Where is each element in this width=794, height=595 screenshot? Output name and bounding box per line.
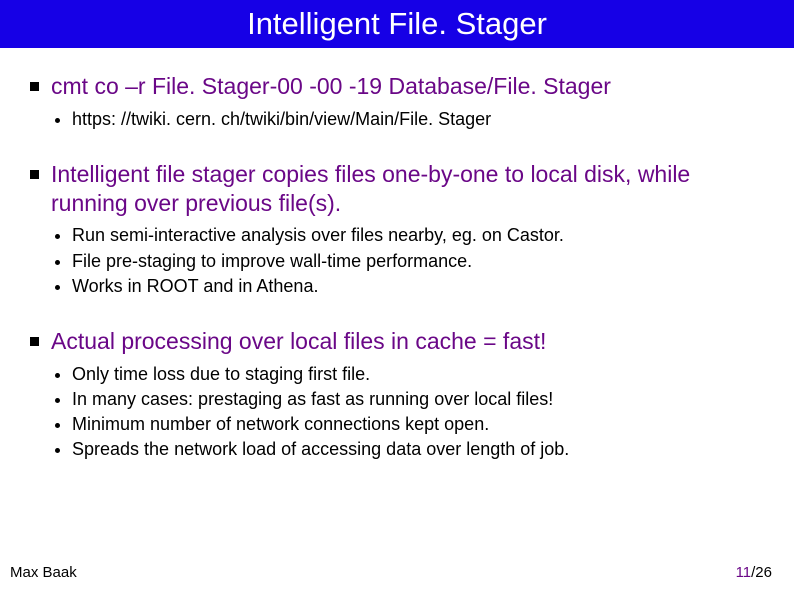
section-heading: cmt co –r File. Stager-00 -00 -19 Databa… [51, 72, 611, 101]
section-2: Intelligent file stager copies files one… [30, 160, 764, 299]
title-bar: Intelligent File. Stager [0, 0, 794, 48]
list-item: File pre-staging to improve wall-time pe… [72, 249, 764, 274]
sublist-3: Only time loss due to staging first file… [72, 362, 764, 463]
section-3: Actual processing over local files in ca… [30, 327, 764, 463]
slide: Intelligent File. Stager cmt co –r File.… [0, 0, 794, 595]
section-heading: Intelligent file stager copies files one… [51, 160, 764, 218]
list-item: https: //twiki. cern. ch/twiki/bin/view/… [72, 107, 764, 132]
slide-body: cmt co –r File. Stager-00 -00 -19 Databa… [0, 48, 794, 463]
section-heading: Actual processing over local files in ca… [51, 327, 546, 356]
section-row: Intelligent file stager copies files one… [30, 160, 764, 218]
sublist-1: https: //twiki. cern. ch/twiki/bin/view/… [72, 107, 764, 132]
list-item: Works in ROOT and in Athena. [72, 274, 764, 299]
square-bullet-icon [30, 170, 39, 179]
section-row: Actual processing over local files in ca… [30, 327, 764, 356]
footer-page: 11/26 [736, 564, 772, 581]
page-current: 11 [736, 564, 752, 581]
page-total: /26 [751, 564, 772, 581]
slide-footer: Max Baak 11/26 [0, 564, 794, 581]
section-row: cmt co –r File. Stager-00 -00 -19 Databa… [30, 72, 764, 101]
list-item: Only time loss due to staging first file… [72, 362, 764, 387]
section-1: cmt co –r File. Stager-00 -00 -19 Databa… [30, 72, 764, 132]
sublist-2: Run semi-interactive analysis over files… [72, 223, 764, 299]
list-item: In many cases: prestaging as fast as run… [72, 387, 764, 412]
list-item: Spreads the network load of accessing da… [72, 437, 764, 462]
square-bullet-icon [30, 337, 39, 346]
list-item: Run semi-interactive analysis over files… [72, 223, 764, 248]
list-item: Minimum number of network connections ke… [72, 412, 764, 437]
footer-author: Max Baak [10, 564, 77, 581]
slide-title: Intelligent File. Stager [247, 6, 547, 42]
square-bullet-icon [30, 82, 39, 91]
